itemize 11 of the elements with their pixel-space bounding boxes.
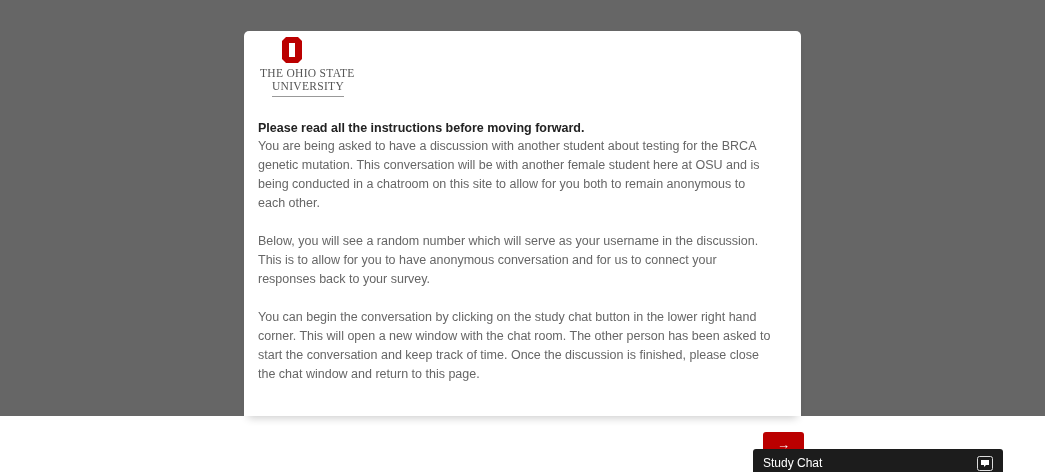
instructions-paragraph: You are being asked to have a discussion with another student about testing for the BRCA genetic mutation. This conversation will be with another female student here at OSU and is being conducted in a chatroom on this site to allow for you both to remain anonymous to each other. bbox=[258, 138, 761, 212]
instructions-paragraph: Below, you will see a random number which will serve as your username in the discussion. This is to allow for you to have anonymous conversation and for us to connect your responses back to your survey. bbox=[258, 233, 760, 288]
next-button[interactable]: → bbox=[763, 432, 804, 449]
university-name: THE OHIO STATE bbox=[260, 67, 355, 80]
chat-title: Study Chat bbox=[763, 455, 823, 472]
instructions-paragraph: You can begin the conversation by clicking on the study chat button in the lower right hand corner. This will open a new window with the chat room. The other person has been asked to start the conversation and keep track of time. Once the discussion is finished, please close the chat window and return to this page. bbox=[258, 309, 772, 383]
chat-bar[interactable]: Study Chat bbox=[753, 449, 1003, 472]
instructions-heading: Please read all the instructions before moving forward. bbox=[258, 120, 586, 137]
chat-bubble-icon[interactable] bbox=[977, 455, 993, 471]
block-o-logo-icon bbox=[282, 37, 302, 63]
university-name: UNIVERSITY bbox=[272, 80, 344, 97]
